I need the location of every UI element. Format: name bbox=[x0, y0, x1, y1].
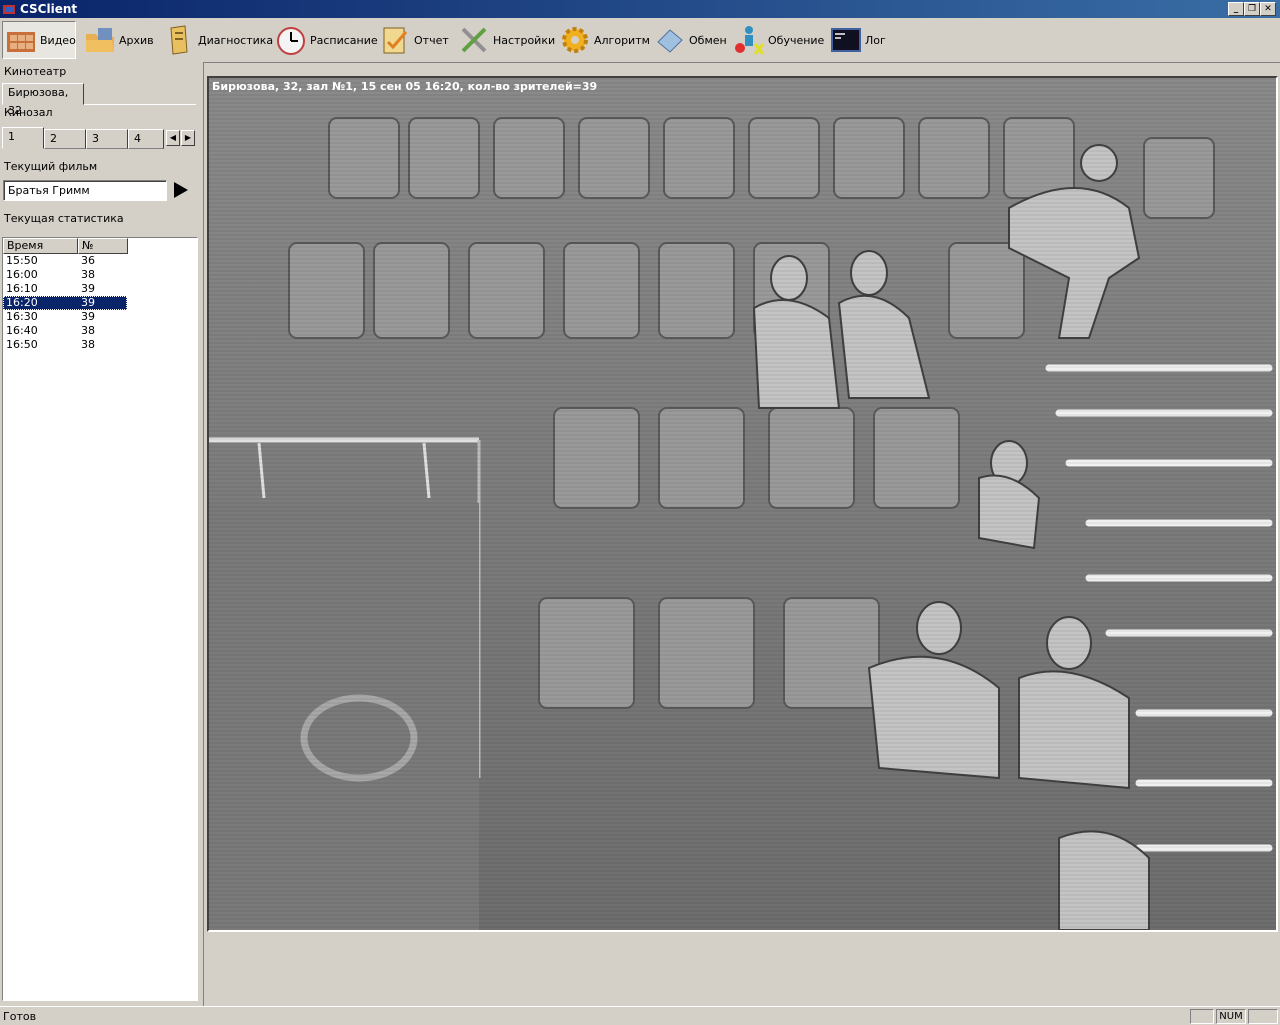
row-count: 39 bbox=[81, 296, 95, 309]
toolbar-algorithm-label: Алгоритм bbox=[594, 33, 650, 47]
gear-icon bbox=[562, 27, 588, 53]
table-row[interactable]: 16:10 39 bbox=[3, 282, 127, 296]
toolbar-settings-button[interactable]: Настройки bbox=[456, 21, 555, 59]
toolbar-schedule-label: Расписание bbox=[310, 33, 378, 47]
row-count: 38 bbox=[81, 338, 95, 351]
toolbar-exchange-button[interactable]: Обмен bbox=[652, 21, 727, 59]
exchange-icon bbox=[657, 29, 683, 53]
toolbar-log-button[interactable]: Лог bbox=[828, 21, 888, 59]
row-time: 16:30 bbox=[6, 310, 38, 323]
clock-icon bbox=[277, 27, 305, 55]
row-count: 36 bbox=[81, 254, 95, 267]
row-time: 15:50 bbox=[6, 254, 38, 267]
table-row[interactable]: 15:50 36 bbox=[3, 254, 127, 268]
toolbar-settings-label: Настройки bbox=[493, 33, 556, 47]
window-title: CSClient bbox=[20, 2, 78, 16]
row-time: 16:20 bbox=[6, 296, 38, 309]
left-panel: Кинотеатр Бирюзова, 32 Кинозал 1 2 3 4 ◀… bbox=[0, 62, 204, 1006]
status-text: Готов bbox=[3, 1010, 37, 1023]
toolbar-archive-button[interactable]: Архив bbox=[82, 21, 154, 59]
row-time: 16:00 bbox=[6, 268, 38, 281]
toolbar-diagnostics-label: Диагностика bbox=[198, 33, 274, 47]
video-icon bbox=[7, 32, 35, 52]
row-time: 16:40 bbox=[6, 324, 38, 337]
toolbar-log-label: Лог bbox=[865, 33, 886, 47]
row-count: 38 bbox=[81, 324, 95, 337]
stats-list[interactable]: Время № 15:50 36 16:00 38 16:10 39 16:20 39 16:3… bbox=[2, 237, 198, 1001]
toolbar-training-label: Обучение bbox=[768, 33, 825, 47]
num-lock-indicator: NUM bbox=[1216, 1009, 1246, 1024]
table-row[interactable]: 16:50 38 bbox=[3, 338, 127, 352]
report-icon bbox=[383, 27, 408, 54]
table-row[interactable]: 16:40 38 bbox=[3, 324, 127, 338]
settings-icon bbox=[461, 27, 487, 53]
toolbar-diagnostics-button[interactable]: Диагностика bbox=[161, 21, 273, 59]
film-label: Текущий фильм bbox=[4, 160, 98, 173]
minimize-button[interactable]: _ bbox=[1228, 2, 1244, 16]
console-icon bbox=[831, 28, 861, 52]
diagnostics-icon bbox=[170, 25, 188, 55]
toolbar-training-button[interactable]: Обучение bbox=[731, 21, 825, 59]
toolbar-schedule-button[interactable]: Расписание bbox=[273, 21, 378, 59]
status-bar: Готов NUM bbox=[0, 1006, 1280, 1025]
cinema-label: Кинотеатр bbox=[4, 65, 67, 78]
video-view[interactable]: Бирюзова, 32, зал №1, 15 сен 05 16:20, к… bbox=[207, 76, 1278, 932]
table-row[interactable]: 16:00 38 bbox=[3, 268, 127, 282]
toolbar-video-label: Видео bbox=[40, 33, 76, 47]
row-count: 39 bbox=[81, 310, 95, 323]
status-pane-empty bbox=[1190, 1009, 1214, 1024]
tab-scroll-right-button[interactable]: ▶ bbox=[181, 130, 195, 146]
video-frame-image bbox=[209, 78, 1276, 930]
toolbar-video-button[interactable]: Видео bbox=[2, 21, 76, 59]
table-row[interactable]: 16:30 39 bbox=[3, 310, 127, 324]
video-overlay-caption: Бирюзова, 32, зал №1, 15 сен 05 16:20, к… bbox=[212, 80, 598, 93]
row-count: 38 bbox=[81, 268, 95, 281]
title-bar: CSClient _ ❐ ✕ bbox=[0, 0, 1280, 18]
hall-label: Кинозал bbox=[4, 106, 53, 119]
table-row[interactable]: 16:20 39 bbox=[3, 296, 127, 310]
toolbar-report-button[interactable]: Отчет bbox=[377, 21, 449, 59]
tab-hall-1[interactable]: 1 bbox=[2, 127, 44, 149]
stats-label: Текущая статистика bbox=[4, 212, 124, 225]
current-film-field[interactable] bbox=[3, 180, 167, 201]
archive-icon bbox=[86, 28, 114, 52]
main-toolbar: Видео Архив Диагностика Расписание Отчет… bbox=[0, 18, 1280, 63]
toolbar-archive-label: Архив bbox=[119, 33, 154, 47]
play-icon[interactable] bbox=[174, 182, 188, 198]
toolbar-algorithm-button[interactable]: Алгоритм bbox=[557, 21, 650, 59]
tab-hall-3[interactable]: 3 bbox=[86, 129, 128, 149]
restore-button[interactable]: ❐ bbox=[1244, 2, 1260, 16]
column-header-time[interactable]: Время bbox=[3, 238, 78, 254]
tab-hall-2[interactable]: 2 bbox=[44, 129, 86, 149]
toolbar-report-label: Отчет bbox=[414, 33, 449, 47]
row-time: 16:50 bbox=[6, 338, 38, 351]
app-icon bbox=[3, 5, 15, 14]
row-time: 16:10 bbox=[6, 282, 38, 295]
close-button[interactable]: ✕ bbox=[1260, 2, 1276, 16]
tab-scroll-left-button[interactable]: ◀ bbox=[166, 130, 180, 146]
column-header-number[interactable]: № bbox=[78, 238, 128, 254]
training-icon bbox=[735, 26, 765, 55]
status-pane-scroll bbox=[1248, 1009, 1278, 1024]
row-count: 39 bbox=[81, 282, 95, 295]
toolbar-exchange-label: Обмен bbox=[689, 33, 727, 47]
tab-hall-4[interactable]: 4 bbox=[128, 129, 164, 149]
tab-cinema-birjuzova[interactable]: Бирюзова, 32 bbox=[2, 83, 84, 117]
